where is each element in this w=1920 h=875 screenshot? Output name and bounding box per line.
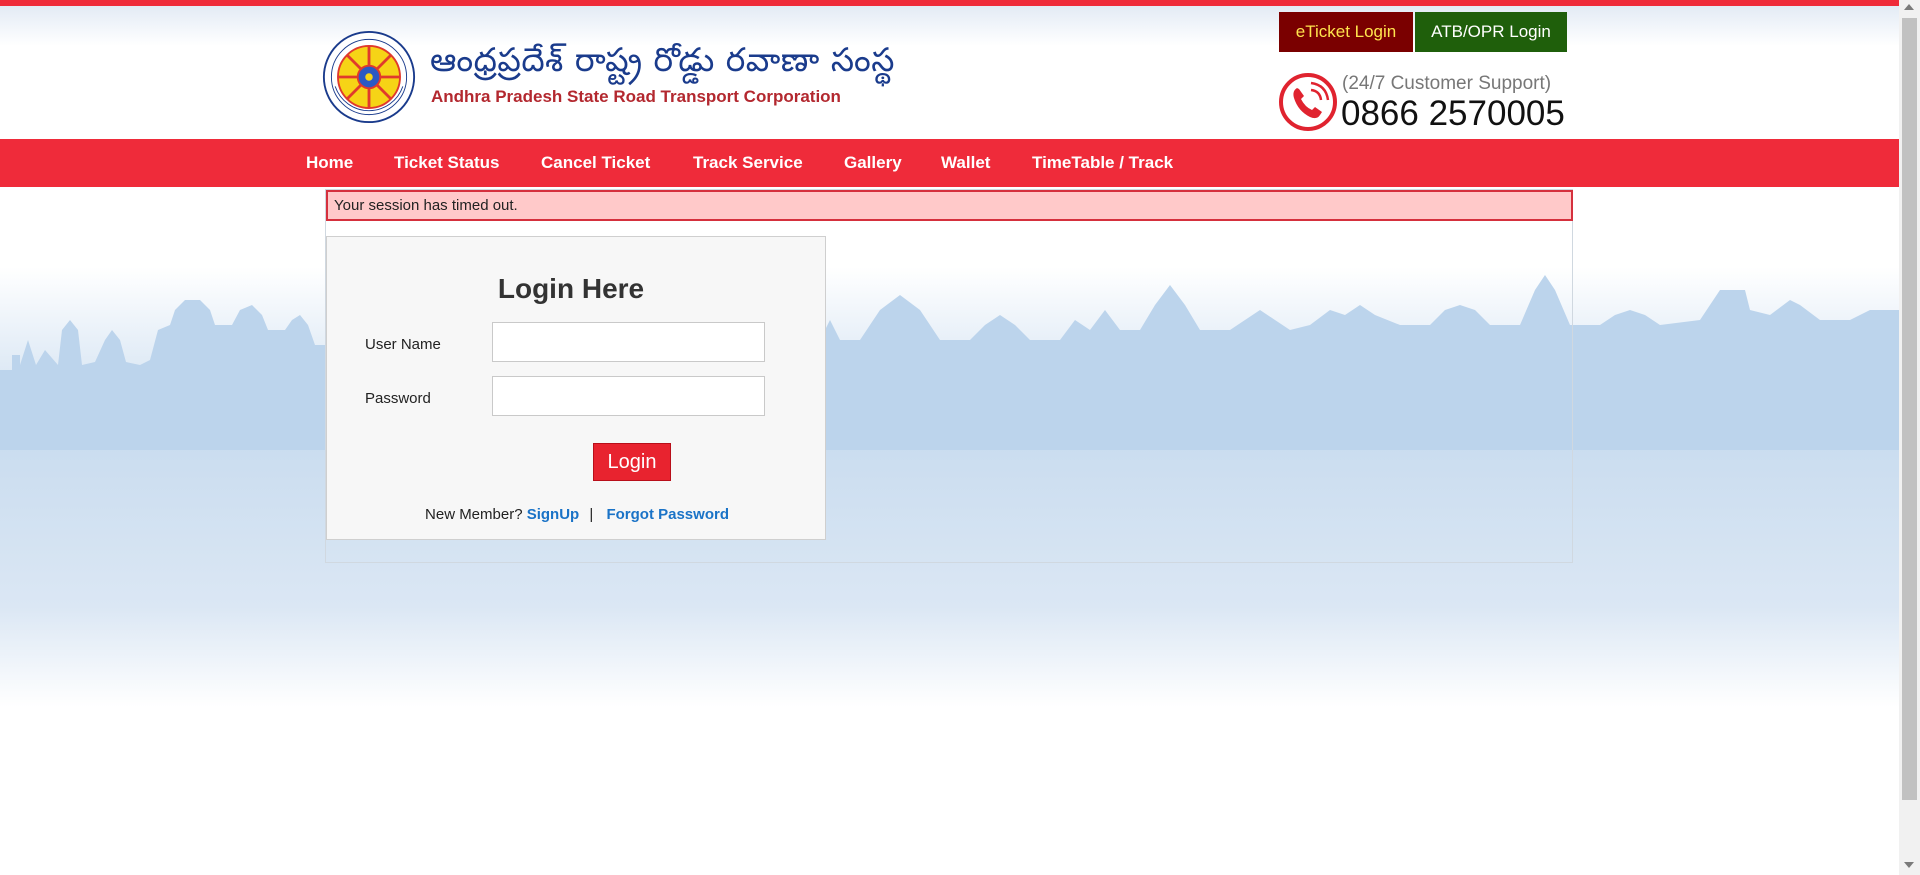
scroll-thumb[interactable]: [1902, 18, 1917, 800]
nav-track-service[interactable]: Track Service: [693, 139, 803, 187]
nav-timetable-track[interactable]: TimeTable / Track: [1032, 139, 1173, 187]
nav-ticket-status[interactable]: Ticket Status: [394, 139, 500, 187]
username-field[interactable]: [492, 322, 765, 362]
login-footer-links: New Member? SignUp | Forgot Password: [327, 506, 827, 523]
signup-link[interactable]: SignUp: [527, 506, 580, 523]
session-timeout-alert: Your session has timed out.: [326, 190, 1573, 221]
login-button[interactable]: Login: [593, 443, 671, 481]
main-navbar: Home Ticket Status Cancel Ticket Track S…: [0, 139, 1899, 187]
username-label: User Name: [365, 336, 441, 353]
brand-english-name: Andhra Pradesh State Road Transport Corp…: [431, 87, 841, 106]
login-title: Login Here: [497, 273, 645, 304]
atb-opr-login-button[interactable]: ATB/OPR Login: [1415, 12, 1567, 52]
support-label: (24/7 Customer Support): [1342, 73, 1552, 94]
nav-home[interactable]: Home: [306, 139, 353, 187]
site-header: ఆంధ్రప్రదేశ్ రాష్ట్ర రోడ్డు రవాణా సంస్థ …: [0, 6, 1899, 139]
link-separator: |: [589, 506, 594, 523]
vertical-scrollbar[interactable]: [1899, 0, 1920, 875]
password-label: Password: [365, 390, 431, 407]
nav-cancel-ticket[interactable]: Cancel Ticket: [541, 139, 650, 187]
brand-telugu-name: ఆంధ్రప్రదేశ్ రాష్ట్ర రోడ్డు రవాణా సంస్థ: [430, 40, 895, 79]
nav-wallet[interactable]: Wallet: [941, 139, 990, 187]
login-card: Login Here User Name Password Login New …: [326, 236, 826, 540]
scroll-down-arrow-icon[interactable]: [1904, 862, 1914, 868]
new-member-text: New Member?: [425, 506, 523, 523]
apsrtc-logo-icon: [322, 30, 416, 124]
scroll-up-arrow-icon[interactable]: [1904, 4, 1914, 10]
eticket-login-button[interactable]: eTicket Login: [1279, 12, 1413, 52]
password-field[interactable]: [492, 376, 765, 416]
forgot-password-link[interactable]: Forgot Password: [606, 506, 729, 523]
support-phone-number: 0866 2570005: [1341, 94, 1565, 133]
phone-icon: [1279, 73, 1337, 131]
nav-gallery[interactable]: Gallery: [844, 139, 902, 187]
